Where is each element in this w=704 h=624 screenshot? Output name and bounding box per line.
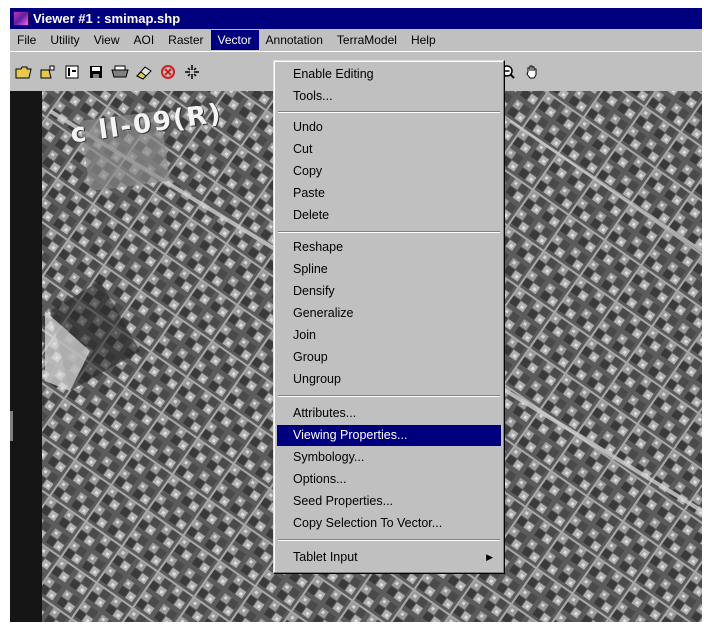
pan-hand-icon[interactable] bbox=[522, 62, 542, 82]
info-icon[interactable] bbox=[62, 62, 82, 82]
menu-bar: File Utility View AOI Raster Vector Anno… bbox=[10, 29, 702, 51]
menu-item-options[interactable]: Options... bbox=[277, 469, 501, 490]
menu-separator bbox=[278, 231, 500, 233]
vector-dropdown-menu: Enable Editing Tools... Undo Cut Copy Pa… bbox=[273, 60, 505, 574]
menu-aoi[interactable]: AOI bbox=[126, 30, 161, 50]
menu-item-copy[interactable]: Copy bbox=[277, 161, 501, 182]
menu-view[interactable]: View bbox=[87, 30, 127, 50]
menu-item-densify[interactable]: Densify bbox=[277, 281, 501, 302]
title-bar[interactable]: Viewer #1 : smimap.shp bbox=[10, 8, 702, 29]
menu-item-cut[interactable]: Cut bbox=[277, 139, 501, 160]
print-icon[interactable] bbox=[110, 62, 130, 82]
menu-annotation[interactable]: Annotation bbox=[259, 30, 330, 50]
submenu-arrow-icon: ▶ bbox=[486, 552, 493, 562]
menu-separator bbox=[278, 111, 500, 113]
menu-item-viewing-properties[interactable]: Viewing Properties... bbox=[277, 425, 501, 446]
menu-item-group[interactable]: Group bbox=[277, 347, 501, 368]
menu-item-join[interactable]: Join bbox=[277, 325, 501, 346]
eraser-icon[interactable] bbox=[134, 62, 154, 82]
menu-item-paste[interactable]: Paste bbox=[277, 183, 501, 204]
menu-item-tools[interactable]: Tools... bbox=[277, 86, 501, 107]
menu-vector[interactable]: Vector bbox=[210, 30, 259, 50]
menu-item-spline[interactable]: Spline bbox=[277, 259, 501, 280]
menu-terramodel[interactable]: TerraModel bbox=[330, 30, 404, 50]
crosshair-icon[interactable] bbox=[182, 62, 202, 82]
menu-item-tablet-input-label: Tablet Input bbox=[293, 550, 358, 564]
menu-file[interactable]: File bbox=[10, 30, 43, 50]
window-title: Viewer #1 : smimap.shp bbox=[33, 11, 181, 26]
menu-item-generalize[interactable]: Generalize bbox=[277, 303, 501, 324]
menu-item-reshape[interactable]: Reshape bbox=[277, 237, 501, 258]
menu-item-delete[interactable]: Delete bbox=[277, 205, 501, 226]
viewer-window: Viewer #1 : smimap.shp File Utility View… bbox=[10, 8, 702, 622]
menu-item-symbology[interactable]: Symbology... bbox=[277, 447, 501, 468]
menu-separator bbox=[278, 395, 500, 397]
menu-separator bbox=[278, 539, 500, 541]
menu-item-tablet-input[interactable]: Tablet Input ▶ bbox=[277, 547, 501, 568]
menu-item-enable-editing[interactable]: Enable Editing bbox=[277, 64, 501, 85]
save-icon[interactable] bbox=[86, 62, 106, 82]
menu-item-ungroup[interactable]: Ungroup bbox=[277, 369, 501, 390]
menu-item-seed-properties[interactable]: Seed Properties... bbox=[277, 491, 501, 512]
menu-item-copy-selection-to-vector[interactable]: Copy Selection To Vector... bbox=[277, 513, 501, 534]
menu-help[interactable]: Help bbox=[404, 30, 443, 50]
menu-item-attributes[interactable]: Attributes... bbox=[277, 403, 501, 424]
menu-utility[interactable]: Utility bbox=[43, 30, 86, 50]
new-layer-icon[interactable] bbox=[38, 62, 58, 82]
app-icon bbox=[13, 11, 29, 26]
menu-item-undo[interactable]: Undo bbox=[277, 117, 501, 138]
menu-raster[interactable]: Raster bbox=[161, 30, 210, 50]
close-circle-icon[interactable] bbox=[158, 62, 178, 82]
open-folder-icon[interactable] bbox=[14, 62, 34, 82]
